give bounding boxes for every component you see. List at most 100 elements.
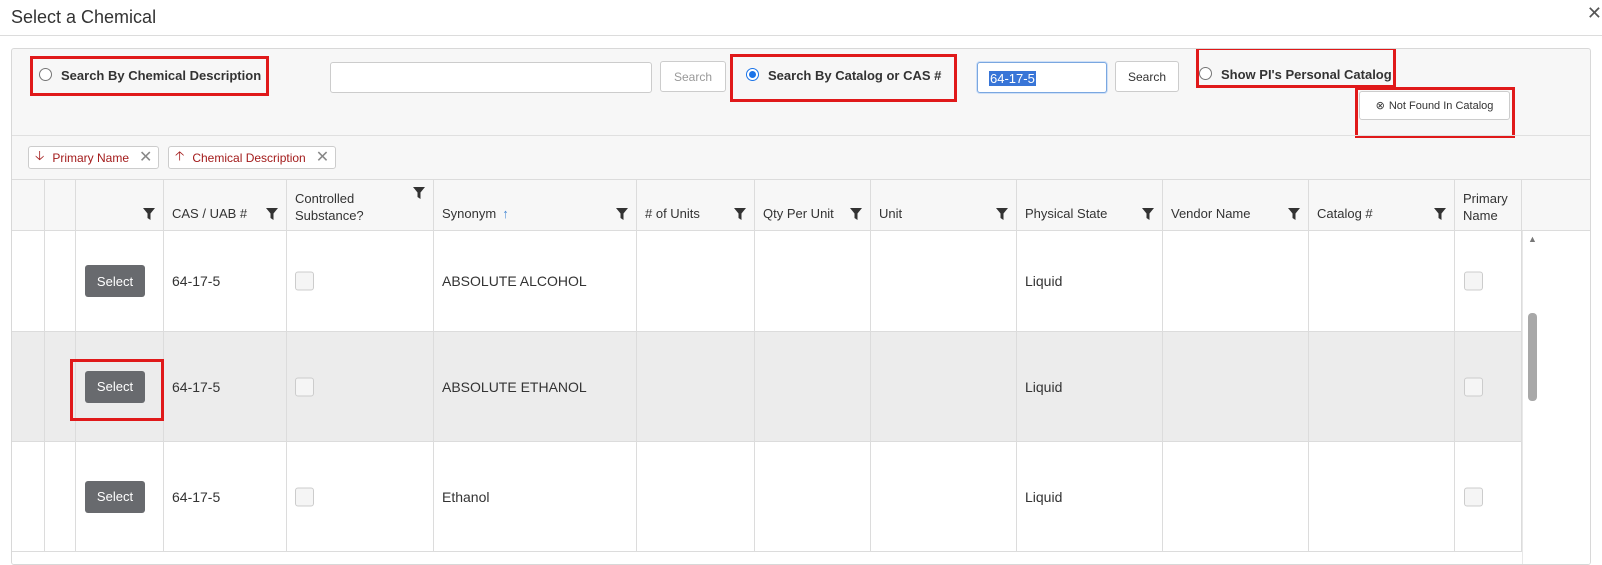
- units-cell: [637, 231, 755, 331]
- cas-value: 64-17-5: [172, 378, 221, 395]
- search-by-description-label[interactable]: Search By Chemical Description: [61, 68, 261, 83]
- state-cell: Liquid: [1017, 231, 1163, 331]
- column-qty-label: Qty Per Unit: [763, 206, 834, 221]
- controlled-substance-checkbox[interactable]: [295, 487, 314, 506]
- dialog-title-bar: Select a Chemical ✕: [0, 0, 1602, 36]
- filter-icon[interactable]: [734, 208, 746, 220]
- table-body: Select 64-17-5 ABSOLUTE ALCOHOL Liquid S…: [12, 231, 1590, 564]
- column-unit-label: Unit: [879, 206, 903, 221]
- header-cell-cas[interactable]: CAS / UAB #: [164, 180, 287, 230]
- not-found-label: Not Found In Catalog: [1388, 99, 1494, 112]
- primary-name-checkbox[interactable]: [1464, 487, 1483, 506]
- column-primary-line2: Name: [1463, 208, 1498, 223]
- controlled-cell: [287, 231, 434, 331]
- header-cell-vendor[interactable]: Vendor Name: [1163, 180, 1309, 230]
- select-cell: Select: [76, 442, 164, 551]
- unit-cell: [871, 442, 1017, 551]
- filter-icon[interactable]: [143, 208, 155, 220]
- column-state-label: Physical State: [1025, 206, 1108, 221]
- show-personal-catalog-label[interactable]: Show PI's Personal Catalog: [1221, 67, 1392, 82]
- filter-icon[interactable]: [616, 208, 628, 220]
- description-search-button[interactable]: Search: [660, 61, 726, 92]
- cas-cell: 64-17-5: [164, 442, 287, 551]
- chemical-search-panel: Search By Chemical Description Search Se…: [11, 48, 1591, 565]
- sort-up-icon: 🡡: [175, 147, 185, 163]
- table-row: Select 64-17-5 ABSOLUTE ALCOHOL Liquid: [12, 231, 1522, 332]
- vertical-scrollbar[interactable]: ▲: [1522, 231, 1542, 564]
- sort-chip-primary-name[interactable]: 🡣 Primary Name ✕: [28, 146, 160, 169]
- filter-icon[interactable]: [266, 208, 278, 220]
- not-found-in-catalog-button[interactable]: ⊗ Not Found In Catalog: [1359, 91, 1510, 120]
- header-cell-catalog[interactable]: Catalog #: [1309, 180, 1455, 230]
- header-cell-units[interactable]: # of Units: [637, 180, 755, 230]
- controlled-substance-checkbox[interactable]: [295, 377, 314, 396]
- header-cell-state[interactable]: Physical State: [1017, 180, 1163, 230]
- column-primary-line1: Primary: [1463, 191, 1508, 206]
- state-cell: Liquid: [1017, 332, 1163, 441]
- filter-icon[interactable]: [996, 208, 1008, 220]
- select-button[interactable]: Select: [85, 370, 145, 403]
- column-controlled-label: Controlled Substance?: [295, 190, 364, 224]
- synonym-value: ABSOLUTE ALCOHOL: [442, 273, 587, 289]
- state-cell: Liquid: [1017, 442, 1163, 551]
- primary-name-checkbox[interactable]: [1464, 377, 1483, 396]
- cas-value: 64-17-5: [172, 273, 221, 289]
- radio-search-by-catalog[interactable]: [746, 68, 759, 81]
- column-controlled-line2: Substance?: [295, 208, 364, 223]
- catalog-cell: [1309, 231, 1455, 331]
- synonym-value: Ethanol: [442, 488, 490, 505]
- search-by-catalog-label[interactable]: Search By Catalog or CAS #: [768, 68, 941, 83]
- sort-chip-label: Primary Name: [52, 150, 130, 165]
- state-value: Liquid: [1025, 378, 1063, 395]
- qty-cell: [755, 231, 871, 331]
- header-cell-qty[interactable]: Qty Per Unit: [755, 180, 871, 230]
- column-synonym-text: Synonym: [442, 206, 497, 221]
- state-value: Liquid: [1025, 273, 1063, 289]
- dialog-title: Select a Chemical: [11, 7, 157, 27]
- close-icon[interactable]: ✕: [1587, 3, 1602, 24]
- units-cell: [637, 442, 755, 551]
- header-cell-synonym[interactable]: Synonym ↑: [434, 180, 637, 230]
- remove-sort-icon[interactable]: ✕: [139, 149, 152, 166]
- primary-cell: [1455, 442, 1522, 551]
- filter-icon[interactable]: [850, 208, 862, 220]
- row-gutter-cell: [45, 231, 76, 331]
- select-button[interactable]: Select: [85, 265, 145, 297]
- column-primary-label: Primary Name: [1463, 190, 1508, 224]
- catalog-search-button[interactable]: Search: [1115, 61, 1179, 92]
- column-synonym-label: Synonym ↑: [442, 205, 509, 222]
- remove-sort-icon[interactable]: ✕: [316, 149, 329, 166]
- catalog-cas-input[interactable]: 64-17-5: [977, 62, 1107, 93]
- row-gutter-cell: [45, 442, 76, 551]
- primary-name-checkbox[interactable]: [1464, 271, 1483, 291]
- cas-cell: 64-17-5: [164, 332, 287, 441]
- header-cell-controlled[interactable]: Controlled Substance?: [287, 180, 434, 230]
- radio-search-by-description[interactable]: [39, 68, 52, 81]
- row-gutter-cell: [45, 332, 76, 441]
- row-gutter-cell: [12, 442, 45, 551]
- select-button[interactable]: Select: [85, 480, 145, 513]
- table-row: Select 64-17-5 Ethanol Liquid: [12, 442, 1522, 552]
- row-gutter-cell: [12, 231, 45, 331]
- filter-icon[interactable]: [1434, 208, 1446, 220]
- scroll-up-icon[interactable]: ▲: [1528, 234, 1537, 244]
- cas-cell: 64-17-5: [164, 231, 287, 331]
- synonym-value: ABSOLUTE ETHANOL: [442, 378, 587, 395]
- filter-icon[interactable]: [413, 187, 425, 199]
- primary-cell: [1455, 231, 1522, 331]
- controlled-substance-checkbox[interactable]: [295, 271, 314, 291]
- qty-cell: [755, 332, 871, 441]
- column-catalog-label: Catalog #: [1317, 206, 1373, 221]
- scrollbar-thumb[interactable]: [1528, 313, 1537, 401]
- header-cell-primary[interactable]: Primary Name: [1455, 180, 1522, 230]
- header-cell-unit[interactable]: Unit: [871, 180, 1017, 230]
- header-cell-gutter: [45, 180, 76, 230]
- filter-icon[interactable]: [1142, 208, 1154, 220]
- radio-show-personal-catalog[interactable]: [1199, 67, 1212, 80]
- sort-chip-chemical-description[interactable]: 🡡 Chemical Description ✕: [168, 146, 337, 169]
- description-search-input[interactable]: [330, 62, 652, 93]
- filter-icon[interactable]: [1288, 208, 1300, 220]
- header-cell-select: [76, 180, 164, 230]
- circle-x-icon: ⊗: [1375, 100, 1385, 112]
- vendor-cell: [1163, 442, 1309, 551]
